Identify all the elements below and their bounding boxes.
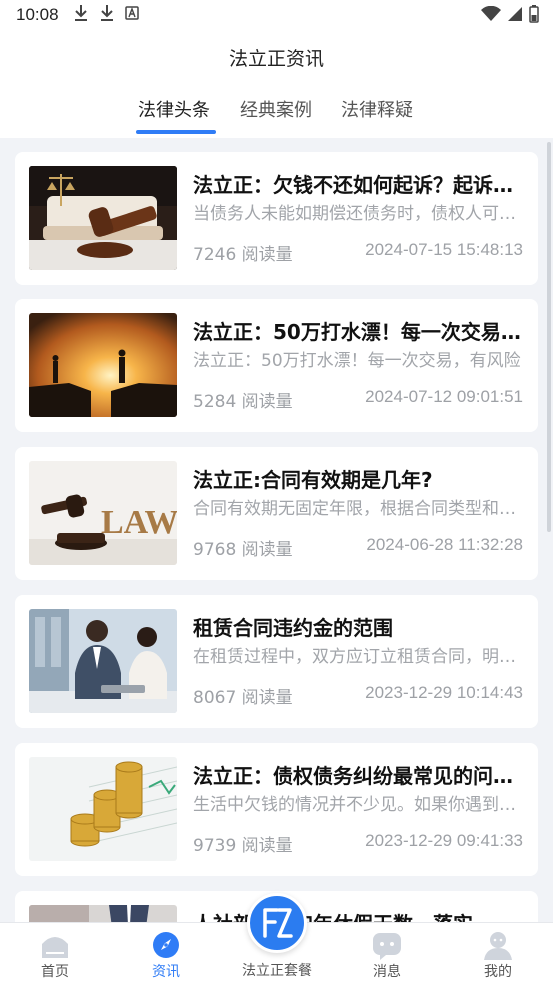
article-read-count: 7246 阅读量 — [193, 245, 293, 265]
article-date: 2023-12-29 09:41:33 — [365, 831, 523, 850]
article-feed[interactable]: 法立正：欠钱不还如何起诉？起诉流程及所需材料 当债务人未能如期偿还债务时，债权人… — [0, 138, 553, 922]
article-summary: 在租赁过程中，双方应订立租赁合同，明确权利义务 — [193, 647, 528, 667]
fz-logo-button[interactable] — [247, 893, 307, 953]
tab-legal-headlines[interactable]: 法律头条 — [138, 96, 210, 122]
article-date: 2024-06-28 11:32:28 — [366, 535, 523, 554]
tab-bar: 法律头条 经典案例 法律释疑 — [0, 96, 553, 138]
article-date: 2024-07-12 09:01:51 — [365, 387, 523, 406]
article-title[interactable]: 租赁合同违约金的范围 — [193, 612, 528, 641]
article-card[interactable]: 法立正：债权债务纠纷最常见的问题有哪些 生活中欠钱的情况并不少见。如果你遇到了这… — [15, 743, 538, 876]
article-title[interactable]: 法立正：欠钱不还如何起诉？起诉流程及所需材料 — [193, 169, 528, 198]
scrollbar[interactable] — [547, 142, 551, 532]
status-time: 10:08 — [16, 5, 59, 24]
article-read-count: 9739 阅读量 — [193, 836, 293, 856]
status-bar: 10:08 — [0, 0, 553, 30]
page-title: 法立正资讯 — [228, 48, 324, 70]
tab-classic-cases[interactable]: 经典案例 — [240, 96, 312, 122]
article-date: 2023-12-29 10:14:43 — [365, 683, 523, 702]
article-date: 2024-07-15 15:48:13 — [365, 240, 523, 259]
home-icon — [40, 930, 70, 960]
wifi-icon — [481, 5, 501, 27]
nav-label: 我的 — [484, 964, 512, 980]
nav-label: 消息 — [373, 964, 401, 980]
fz-logo-icon — [250, 908, 304, 954]
article-title[interactable]: 法立正:合同有效期是几年? — [193, 464, 528, 493]
coins-chart-image — [29, 757, 177, 861]
download-icon — [99, 4, 115, 27]
article-summary: 合同有效期无固定年限，根据合同类型和约定而定 — [193, 499, 528, 519]
header: 法立正资讯 法律头条 经典案例 法律释疑 — [0, 30, 553, 138]
nav-me[interactable]: 我的 — [443, 923, 553, 984]
chat-icon — [372, 930, 402, 960]
sunset-silhouettes-image — [29, 313, 177, 417]
article-read-count: 8067 阅读量 — [193, 688, 293, 708]
article-title[interactable]: 人社部：增加年休假天数，落实 — [193, 908, 528, 922]
compass-icon — [151, 930, 181, 960]
signal-icon — [507, 6, 523, 27]
nav-messages[interactable]: 消息 — [332, 923, 442, 984]
article-summary: 生活中欠钱的情况并不少见。如果你遇到了这种情况 — [193, 795, 528, 815]
article-read-count: 9768 阅读量 — [193, 540, 293, 560]
article-card[interactable]: LAW 法立正:合同有效期是几年? 合同有效期无固定年限，根据合同类型和约定而定… — [15, 447, 538, 580]
article-title[interactable]: 法立正：50万打水漂！每一次交易都要谨慎 — [193, 316, 528, 345]
scales-gavel-image — [29, 166, 177, 270]
business-meeting-image — [29, 609, 177, 713]
svg-text:LAW: LAW — [101, 504, 177, 541]
article-card[interactable]: 法立正：50万打水漂！每一次交易都要谨慎 法立正：50万打水漂！每一次交易，有风… — [15, 299, 538, 432]
nav-label: 首页 — [41, 964, 69, 980]
nav-news[interactable]: 资讯 — [111, 923, 221, 984]
nav-label: 资讯 — [152, 964, 180, 980]
article-read-count: 5284 阅读量 — [193, 392, 293, 412]
article-summary: 法立正：50万打水漂！每一次交易，有风险 — [193, 351, 521, 371]
gavel-law-image: LAW — [29, 461, 177, 565]
nav-home[interactable]: 首页 — [0, 923, 110, 984]
article-card[interactable]: 租赁合同违约金的范围 在租赁过程中，双方应订立租赁合同，明确权利义务 8067 … — [15, 595, 538, 728]
nav-package-label[interactable]: 法立正套餐 — [222, 960, 332, 980]
keyboard-a-icon — [124, 5, 139, 25]
battery-icon — [529, 5, 539, 28]
office-people-image — [29, 905, 177, 922]
user-icon — [483, 930, 513, 960]
tab-legal-qa[interactable]: 法律释疑 — [341, 96, 413, 122]
article-card[interactable]: 法立正：欠钱不还如何起诉？起诉流程及所需材料 当债务人未能如期偿还债务时，债权人… — [15, 152, 538, 285]
download-icon — [73, 4, 89, 27]
active-tab-indicator — [136, 130, 216, 134]
article-summary: 当债务人未能如期偿还债务时，债权人可以通过起诉维护自身权益 — [193, 204, 528, 224]
article-title[interactable]: 法立正：债权债务纠纷最常见的问题有哪些 — [193, 760, 528, 789]
